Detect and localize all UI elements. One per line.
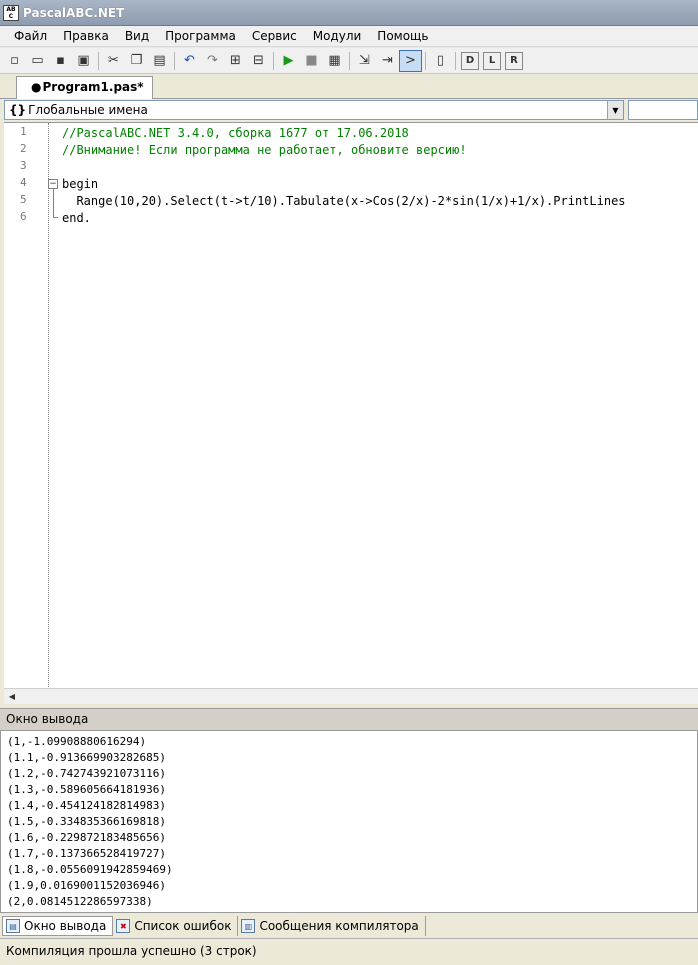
- fold-margin: [48, 123, 49, 689]
- bottom-tab-0[interactable]: ▤ Окно вывода: [2, 916, 114, 936]
- compiler-messages-icon: ▥: [241, 919, 256, 933]
- member-combo[interactable]: [628, 100, 698, 120]
- paste-icon[interactable]: ▤: [148, 50, 171, 72]
- toolbar-separator: [425, 51, 426, 70]
- menu-item-0[interactable]: Файл: [6, 26, 55, 47]
- output-line: (1.6,-0.229872183485656): [7, 831, 166, 844]
- braces-icon: {}: [9, 103, 27, 117]
- scroll-left-icon[interactable]: ◀: [4, 689, 20, 704]
- output-panel-title: Окно вывода: [0, 708, 698, 730]
- compile-icon[interactable]: ▦: [323, 50, 346, 72]
- output-line: (1.5,-0.334835366169818): [7, 815, 166, 828]
- new-file-icon[interactable]: ▫: [3, 50, 26, 72]
- bottom-tab-label: Сообщения компилятора: [259, 919, 419, 933]
- status-bar: Компиляция прошла успешно (3 строк): [0, 938, 698, 965]
- line-number: 1: [20, 125, 27, 138]
- toolbar-separator: [455, 51, 456, 70]
- output-line: (1.4,-0.454124182814983): [7, 799, 166, 812]
- chevron-down-icon[interactable]: ▼: [607, 101, 623, 119]
- toolbar-separator: [174, 51, 175, 70]
- code-line: //Внимание! Если программа не работает, …: [62, 143, 467, 157]
- bottom-tab-1[interactable]: ✖ Список ошибок: [113, 916, 239, 936]
- comment-icon[interactable]: ⊞: [224, 50, 247, 72]
- toolbar-separator: [349, 51, 350, 70]
- menu-item-6[interactable]: Помощь: [369, 26, 436, 47]
- line-number: 3: [20, 159, 27, 172]
- bottom-tab-label: Окно вывода: [24, 919, 107, 933]
- editor-tab-strip: ●Program1.pas*: [0, 74, 698, 99]
- status-text: Компиляция прошла успешно (3 строк): [6, 944, 257, 958]
- output-line: (1.3,-0.589605664181936): [7, 783, 166, 796]
- menu-item-1[interactable]: Правка: [55, 26, 117, 47]
- output-line: (1.1,-0.913669903282685): [7, 751, 166, 764]
- uncomment-icon[interactable]: ⊟: [247, 50, 270, 72]
- output-line: (1.8,-0.0556091942859469): [7, 863, 173, 876]
- step-over-icon[interactable]: ⇥: [376, 50, 399, 72]
- debug-l-icon[interactable]: L: [483, 51, 501, 70]
- debug-d-icon[interactable]: D: [461, 51, 479, 70]
- code-line: end.: [62, 211, 91, 225]
- output-line: (2,0.0814512286597338): [7, 895, 153, 908]
- toolbar-separator: [273, 51, 274, 70]
- output-line: (1.9,0.0169001152036946): [7, 879, 166, 892]
- code-line: Range(10,20).Select(t->t/10).Tabulate(x-…: [62, 194, 626, 208]
- app-icon: AB C: [3, 4, 19, 21]
- menu-item-3[interactable]: Программа: [157, 26, 244, 47]
- output-window-icon[interactable]: >: [399, 49, 422, 72]
- menu-bar: Файл Правка Вид Программа Сервис Модули Помощь: [0, 26, 698, 47]
- scope-bar: {} Глобальные имена ▼: [0, 99, 698, 121]
- tab-program1[interactable]: ●Program1.pas*: [16, 76, 153, 99]
- save-all-icon[interactable]: ▣: [72, 50, 95, 72]
- line-number: 6: [20, 210, 27, 223]
- output-window-icon: ▤: [6, 919, 20, 933]
- stop-icon[interactable]: ■: [300, 50, 323, 72]
- line-number: 5: [20, 193, 27, 206]
- step-into-icon[interactable]: ⇲: [353, 50, 376, 72]
- menu-item-4[interactable]: Сервис: [244, 26, 305, 47]
- output-window[interactable]: (1,-1.09908880616294) (1.1,-0.91366990328…: [0, 730, 698, 913]
- copy-icon[interactable]: ❐: [125, 50, 148, 72]
- title-bar: AB C PascalABC.NET: [0, 0, 698, 26]
- code-editor[interactable]: 1 2 3 4 5 6 − //PascalABC.NET 3.4.0, сборка 1…: [4, 122, 698, 689]
- line-number: 2: [20, 142, 27, 155]
- scope-combo-value: Глобальные имена: [28, 103, 148, 117]
- redo-icon[interactable]: ↷: [201, 50, 224, 72]
- code-line: //PascalABC.NET 3.4.0, сборка 1677 от 17…: [62, 126, 409, 140]
- code-line: begin: [62, 177, 99, 191]
- tab-label: Program1.pas*: [42, 80, 144, 94]
- menu-item-5[interactable]: Модули: [305, 26, 370, 47]
- fold-guide-end: [53, 217, 58, 218]
- line-gutter: 1 2 3 4 5 6: [4, 123, 44, 689]
- toolbar: ▫ ▭ ▪ ▣ ✂ ❐ ▤ ↶ ↷ ⊞ ⊟ ▶ ■ ▦ ⇲ ⇥ > ▯ D L R: [0, 48, 698, 74]
- modified-dot: ●: [31, 80, 42, 94]
- window-title: PascalABC.NET: [23, 5, 125, 20]
- debug-r-icon[interactable]: R: [505, 51, 523, 70]
- error-list-icon: ✖: [116, 919, 131, 933]
- cut-icon[interactable]: ✂: [102, 50, 125, 72]
- scope-combo[interactable]: {} Глобальные имена ▼: [4, 100, 624, 120]
- bottom-tab-label: Список ошибок: [134, 919, 232, 933]
- open-file-icon[interactable]: ▭: [26, 50, 49, 72]
- fold-guide: [53, 189, 54, 217]
- form-icon[interactable]: ▯: [429, 50, 452, 72]
- output-line: (1.2,-0.742743921073116): [7, 767, 166, 780]
- editor-horizontal-scrollbar[interactable]: ◀: [4, 688, 698, 704]
- toolbar-separator: [98, 51, 99, 70]
- bottom-tab-2[interactable]: ▥ Сообщения компилятора: [238, 916, 426, 936]
- output-line: (1,-1.09908880616294): [7, 735, 147, 748]
- undo-icon[interactable]: ↶: [178, 50, 201, 72]
- run-icon[interactable]: ▶: [277, 50, 300, 72]
- output-line: (1.7,-0.137366528419727): [7, 847, 166, 860]
- fold-toggle-icon[interactable]: −: [48, 179, 58, 189]
- save-icon[interactable]: ▪: [49, 50, 72, 72]
- menu-item-2[interactable]: Вид: [117, 26, 157, 47]
- bottom-tab-strip: ▤ Окно вывода ✖ Список ошибок ▥ Сообщения ком…: [0, 914, 698, 938]
- line-number: 4: [20, 176, 27, 189]
